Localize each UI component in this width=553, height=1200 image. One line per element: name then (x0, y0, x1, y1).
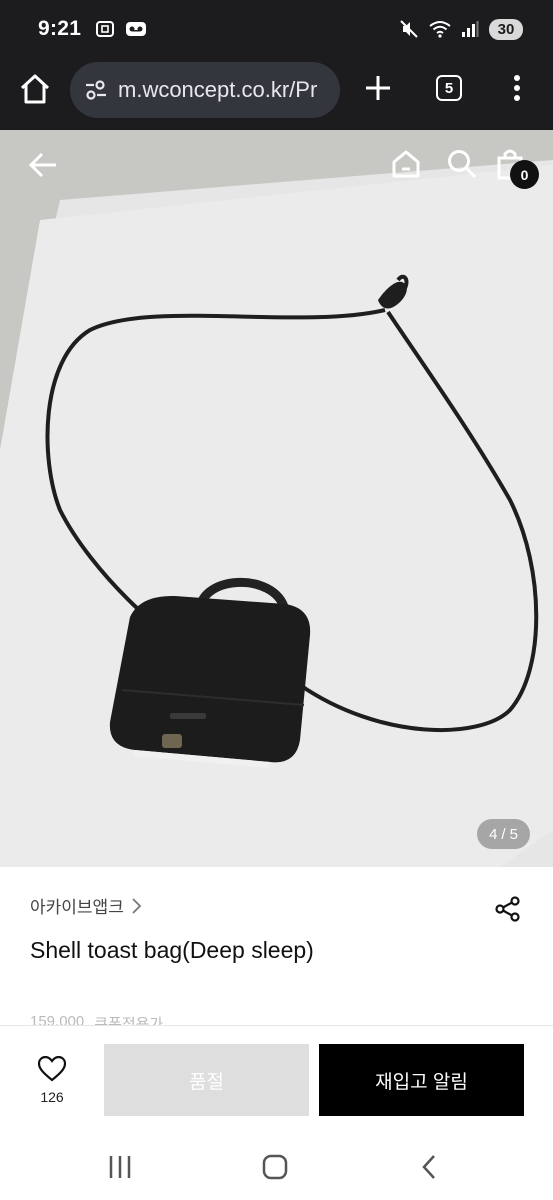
search-icon[interactable] (446, 148, 478, 180)
url-text: m.wconcept.co.kr/Pr (118, 77, 318, 102)
like-count: 126 (40, 1089, 64, 1105)
purchase-action-bar: 126 품절 재입고 알림 (0, 1025, 553, 1133)
battery-indicator: 30 (489, 18, 523, 40)
product-image-gallery[interactable] (0, 130, 553, 867)
brand-name: 아카이브앱크 (30, 898, 124, 917)
product-name: Shell toast bag(Deep sleep) (30, 937, 314, 963)
back-arrow-icon[interactable] (28, 150, 58, 180)
status-left-icons (95, 20, 147, 38)
browser-toolbar: m.wconcept.co.kr/Pr 5 (0, 58, 553, 130)
status-time: 9:21 (38, 17, 82, 40)
share-icon[interactable] (494, 895, 522, 923)
signal-icon (462, 21, 479, 37)
pager-current: 4 (489, 825, 498, 843)
pager-separator: / (501, 825, 506, 843)
system-nav-bar (0, 1133, 553, 1200)
brand-link[interactable]: 아카이브앱크 (30, 893, 142, 918)
pager-total: 5 (509, 825, 518, 843)
status-bar: 9:21 30 (0, 0, 553, 58)
home-button-icon[interactable] (259, 1153, 291, 1181)
mute-icon (400, 20, 418, 38)
heart-icon (37, 1055, 67, 1082)
product-photo (0, 130, 553, 867)
more-icon[interactable] (507, 72, 527, 104)
address-bar[interactable]: m.wconcept.co.kr/Pr (70, 62, 340, 118)
like-button[interactable]: 126 (30, 1055, 74, 1112)
screenshot-icon (96, 21, 115, 37)
chevron-right-icon (132, 897, 142, 914)
restock-notify-button[interactable]: 재입고 알림 (319, 1044, 524, 1116)
cart-count-badge[interactable]: 0 (510, 160, 539, 189)
home-icon[interactable] (18, 72, 52, 106)
voicemail-icon (126, 22, 147, 36)
tab-switcher-button[interactable]: 5 (436, 75, 462, 101)
back-icon[interactable] (414, 1153, 446, 1181)
wifi-icon (429, 21, 451, 38)
home-icon[interactable] (390, 148, 422, 180)
status-right: 30 (399, 18, 523, 40)
recent-apps-icon[interactable] (104, 1153, 136, 1181)
image-pager: 4 / 5 (477, 819, 530, 849)
soldout-button[interactable]: 품절 (104, 1044, 309, 1116)
new-tab-icon[interactable] (362, 72, 394, 104)
site-settings-icon[interactable] (84, 78, 108, 102)
